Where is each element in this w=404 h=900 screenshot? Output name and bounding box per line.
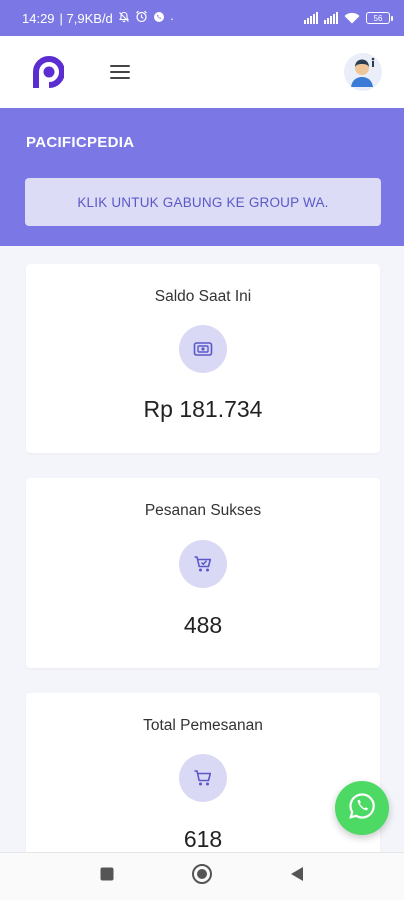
balance-value: Rp 181.734 (143, 396, 263, 422)
hero-section: PACIFICPEDIA KLIK UNTUK GABUNG KE GROUP … (0, 108, 404, 246)
status-right: 56 (304, 12, 393, 24)
home-circle-icon (191, 863, 213, 890)
home-button[interactable] (182, 857, 222, 897)
cart-icon (179, 754, 227, 802)
whatsapp-button[interactable] (335, 781, 389, 835)
notification-off-icon (118, 11, 130, 26)
hamburger-icon[interactable] (110, 65, 130, 79)
successful-orders-card: Pesanan Sukses 488 (26, 478, 380, 668)
status-network-speed: | 7,9KB/d (59, 10, 113, 26)
recent-apps-button[interactable] (87, 857, 127, 897)
successful-orders-value: 488 (183, 612, 223, 638)
back-triangle-icon (290, 866, 304, 887)
status-bar: 14:29 | 7,9KB/d · 56 (0, 0, 404, 36)
battery-icon: 56 (366, 12, 393, 24)
balance-card: Saldo Saat Ini Rp 181.734 (26, 264, 380, 453)
signal-2-icon (324, 12, 338, 24)
app-header (0, 36, 404, 108)
wifi-icon (344, 12, 360, 24)
card-title: Saldo Saat Ini (154, 288, 252, 305)
cart-check-icon (179, 540, 227, 588)
total-orders-card: Total Pemesanan 618 (26, 693, 380, 863)
pacificpedia-logo-icon[interactable] (28, 54, 65, 90)
whatsapp-icon (347, 791, 377, 826)
whatsapp-status-icon (153, 11, 165, 26)
total-orders-value: 618 (183, 826, 223, 852)
join-wa-group-banner[interactable]: KLIK UNTUK GABUNG KE GROUP WA. (25, 178, 381, 226)
user-avatar-icon[interactable] (344, 53, 382, 91)
brand-title: PACIFICPEDIA (26, 134, 135, 151)
card-title: Pesanan Sukses (144, 502, 262, 519)
back-button[interactable] (277, 857, 317, 897)
wallet-icon (179, 325, 227, 373)
alarm-icon (135, 10, 148, 26)
signal-icon (304, 12, 318, 24)
status-time: 14:29 (22, 10, 55, 26)
square-icon (100, 867, 114, 886)
system-nav-bar (0, 852, 404, 900)
card-title: Total Pemesanan (143, 717, 263, 734)
status-left: 14:29 | 7,9KB/d · (22, 10, 174, 26)
status-dot: · (169, 10, 175, 26)
battery-level: 56 (373, 13, 383, 23)
